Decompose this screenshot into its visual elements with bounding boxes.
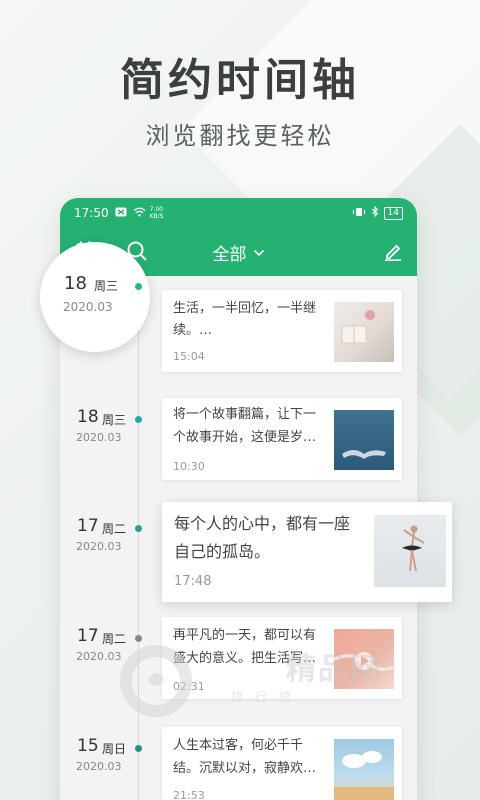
entry-year-month: 2020.03 bbox=[76, 760, 122, 773]
entry-day: 18 bbox=[64, 273, 87, 294]
timeline-axis bbox=[138, 285, 139, 800]
card-thumbnail bbox=[333, 629, 395, 689]
promo-subhead: 浏览翻找更轻松 bbox=[145, 122, 335, 150]
card-text-line: 个故事开始，这便是岁… bbox=[173, 430, 317, 445]
card-text-line: 结。沉默以对，寂静欢… bbox=[173, 761, 317, 776]
entry-day: 17 bbox=[77, 516, 99, 536]
card-text-line: 自己的孤岛。 bbox=[174, 542, 271, 561]
timeline-dot bbox=[135, 745, 142, 752]
card-text-line: 再平凡的一天，都可以有 bbox=[173, 628, 317, 643]
card-text-line: 生活，一半回忆，一半继 bbox=[173, 301, 317, 316]
card-thumbnail bbox=[334, 739, 394, 800]
promo-headline: 简约时间轴 bbox=[120, 55, 360, 106]
entry-weekday: 周日 bbox=[102, 742, 127, 756]
entry-day: 18 bbox=[77, 407, 99, 427]
card-time: 02:31 bbox=[173, 680, 205, 693]
net-speed-unit: KB/S bbox=[149, 213, 164, 220]
card-text-line: 盛大的意义。把生活写… bbox=[173, 651, 317, 666]
bluetooth-icon bbox=[371, 205, 379, 220]
card-thumbnail bbox=[374, 515, 446, 587]
card-time: 15:04 bbox=[173, 350, 205, 363]
notification-icon bbox=[115, 207, 127, 220]
status-time: 17:50 bbox=[74, 206, 109, 220]
entry-year-month: 2020.03 bbox=[76, 431, 122, 444]
diary-card[interactable]: 每个人的心中，都有一座 自己的孤岛。 17:48 bbox=[162, 502, 452, 602]
entry-weekday: 周三 bbox=[102, 413, 127, 427]
card-text-line: 续。… bbox=[173, 323, 213, 338]
edit-icon[interactable] bbox=[383, 241, 403, 265]
net-speed: 7.00 KB/S bbox=[150, 206, 164, 220]
wifi-icon bbox=[133, 207, 146, 220]
card-text-line: 人生本过客，何必千千 bbox=[173, 738, 304, 753]
entry-year-month: 2020.03 bbox=[63, 300, 113, 314]
card-thumbnail bbox=[334, 302, 394, 362]
entry-day: 17 bbox=[77, 626, 99, 646]
entry-weekday: 周二 bbox=[102, 522, 127, 536]
chevron-down-icon bbox=[253, 242, 265, 262]
timeline-dot bbox=[135, 416, 142, 423]
selected-date-highlight bbox=[40, 242, 150, 352]
battery-icon: 14 bbox=[383, 206, 403, 220]
entry-year-month: 2020.03 bbox=[76, 540, 122, 553]
diary-card[interactable]: 人生本过客，何必千千 结。沉默以对，寂静欢… 21:53 bbox=[162, 727, 402, 800]
card-time: 21:53 bbox=[173, 789, 205, 800]
diary-card[interactable]: 将一个故事翻篇，让下一 个故事开始，这便是岁… 10:30 bbox=[162, 398, 402, 480]
vibrate-icon bbox=[352, 206, 366, 220]
timeline-dot bbox=[135, 635, 142, 642]
entry-weekday: 周二 bbox=[102, 632, 127, 646]
diary-card[interactable]: 生活，一半回忆，一半继 续。… 15:04 bbox=[162, 290, 402, 372]
diary-card[interactable]: 再平凡的一天，都可以有 盛大的意义。把生活写… 02:31 bbox=[162, 617, 402, 699]
card-time: 17:48 bbox=[174, 574, 212, 589]
timeline-dot bbox=[135, 283, 142, 290]
card-thumbnail bbox=[334, 410, 394, 470]
card-text-line: 每个人的心中，都有一座 bbox=[174, 514, 351, 533]
filter-label: 全部 bbox=[212, 244, 247, 265]
card-time: 10:30 bbox=[173, 460, 205, 473]
entry-weekday: 周三 bbox=[94, 279, 119, 293]
timeline-dot bbox=[135, 525, 142, 532]
net-speed-value: 7.00 bbox=[149, 206, 163, 213]
card-text-line: 将一个故事翻篇，让下一 bbox=[173, 407, 317, 422]
entry-year-month: 2020.03 bbox=[76, 650, 122, 663]
status-bar: 17:50 7.00 KB/S 14 bbox=[60, 198, 417, 228]
entry-day: 15 bbox=[77, 736, 99, 756]
